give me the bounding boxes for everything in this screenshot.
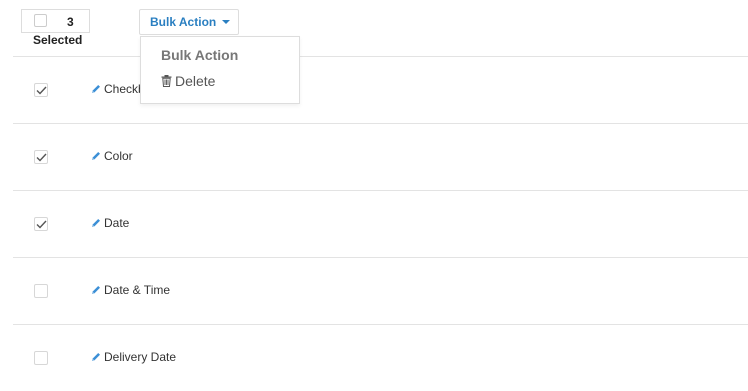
menu-item-delete[interactable]: Delete [161, 73, 215, 89]
check-icon [36, 86, 47, 95]
row-checkbox[interactable] [34, 83, 48, 97]
bulk-action-button[interactable]: Bulk Action [139, 9, 239, 35]
check-icon [36, 220, 47, 229]
list-row: Date & Time [13, 257, 748, 324]
field-label: Delivery Date [104, 350, 177, 364]
field-link[interactable]: Date [91, 216, 129, 230]
pencil-icon [91, 151, 101, 161]
selected-label: Selected [33, 33, 83, 47]
row-checkbox[interactable] [34, 150, 48, 164]
field-link[interactable]: Color [91, 149, 133, 163]
field-label: Date [104, 216, 130, 230]
bulk-action-menu: Bulk Action Delete [140, 36, 300, 104]
pencil-icon [91, 84, 101, 94]
pencil-icon [91, 352, 101, 362]
row-checkbox[interactable] [34, 351, 48, 365]
caret-down-icon [222, 20, 231, 24]
pencil-icon [91, 285, 101, 295]
field-label: Date & Time [104, 283, 171, 297]
list-row: Color [13, 123, 748, 190]
menu-header: Bulk Action [161, 47, 239, 63]
check-icon [36, 153, 47, 162]
fields-list: Checkbox Color Date Date & Time Delivery… [13, 56, 748, 391]
list-row: Date [13, 190, 748, 257]
list-row: Delivery Date [13, 324, 748, 391]
row-checkbox[interactable] [34, 284, 48, 298]
field-label: Color [104, 149, 133, 163]
field-link[interactable]: Date & Time [91, 283, 170, 297]
bulk-action-label: Bulk Action [150, 15, 217, 29]
pencil-icon [91, 218, 101, 228]
field-link[interactable]: Delivery Date [91, 350, 176, 364]
menu-item-label: Delete [175, 73, 216, 89]
selected-count: 3 [67, 15, 74, 29]
list-row: Checkbox [13, 56, 748, 123]
select-all-checkbox[interactable] [34, 14, 47, 27]
select-all-box: 3 [21, 9, 90, 33]
trash-icon [161, 75, 172, 87]
row-checkbox[interactable] [34, 217, 48, 231]
